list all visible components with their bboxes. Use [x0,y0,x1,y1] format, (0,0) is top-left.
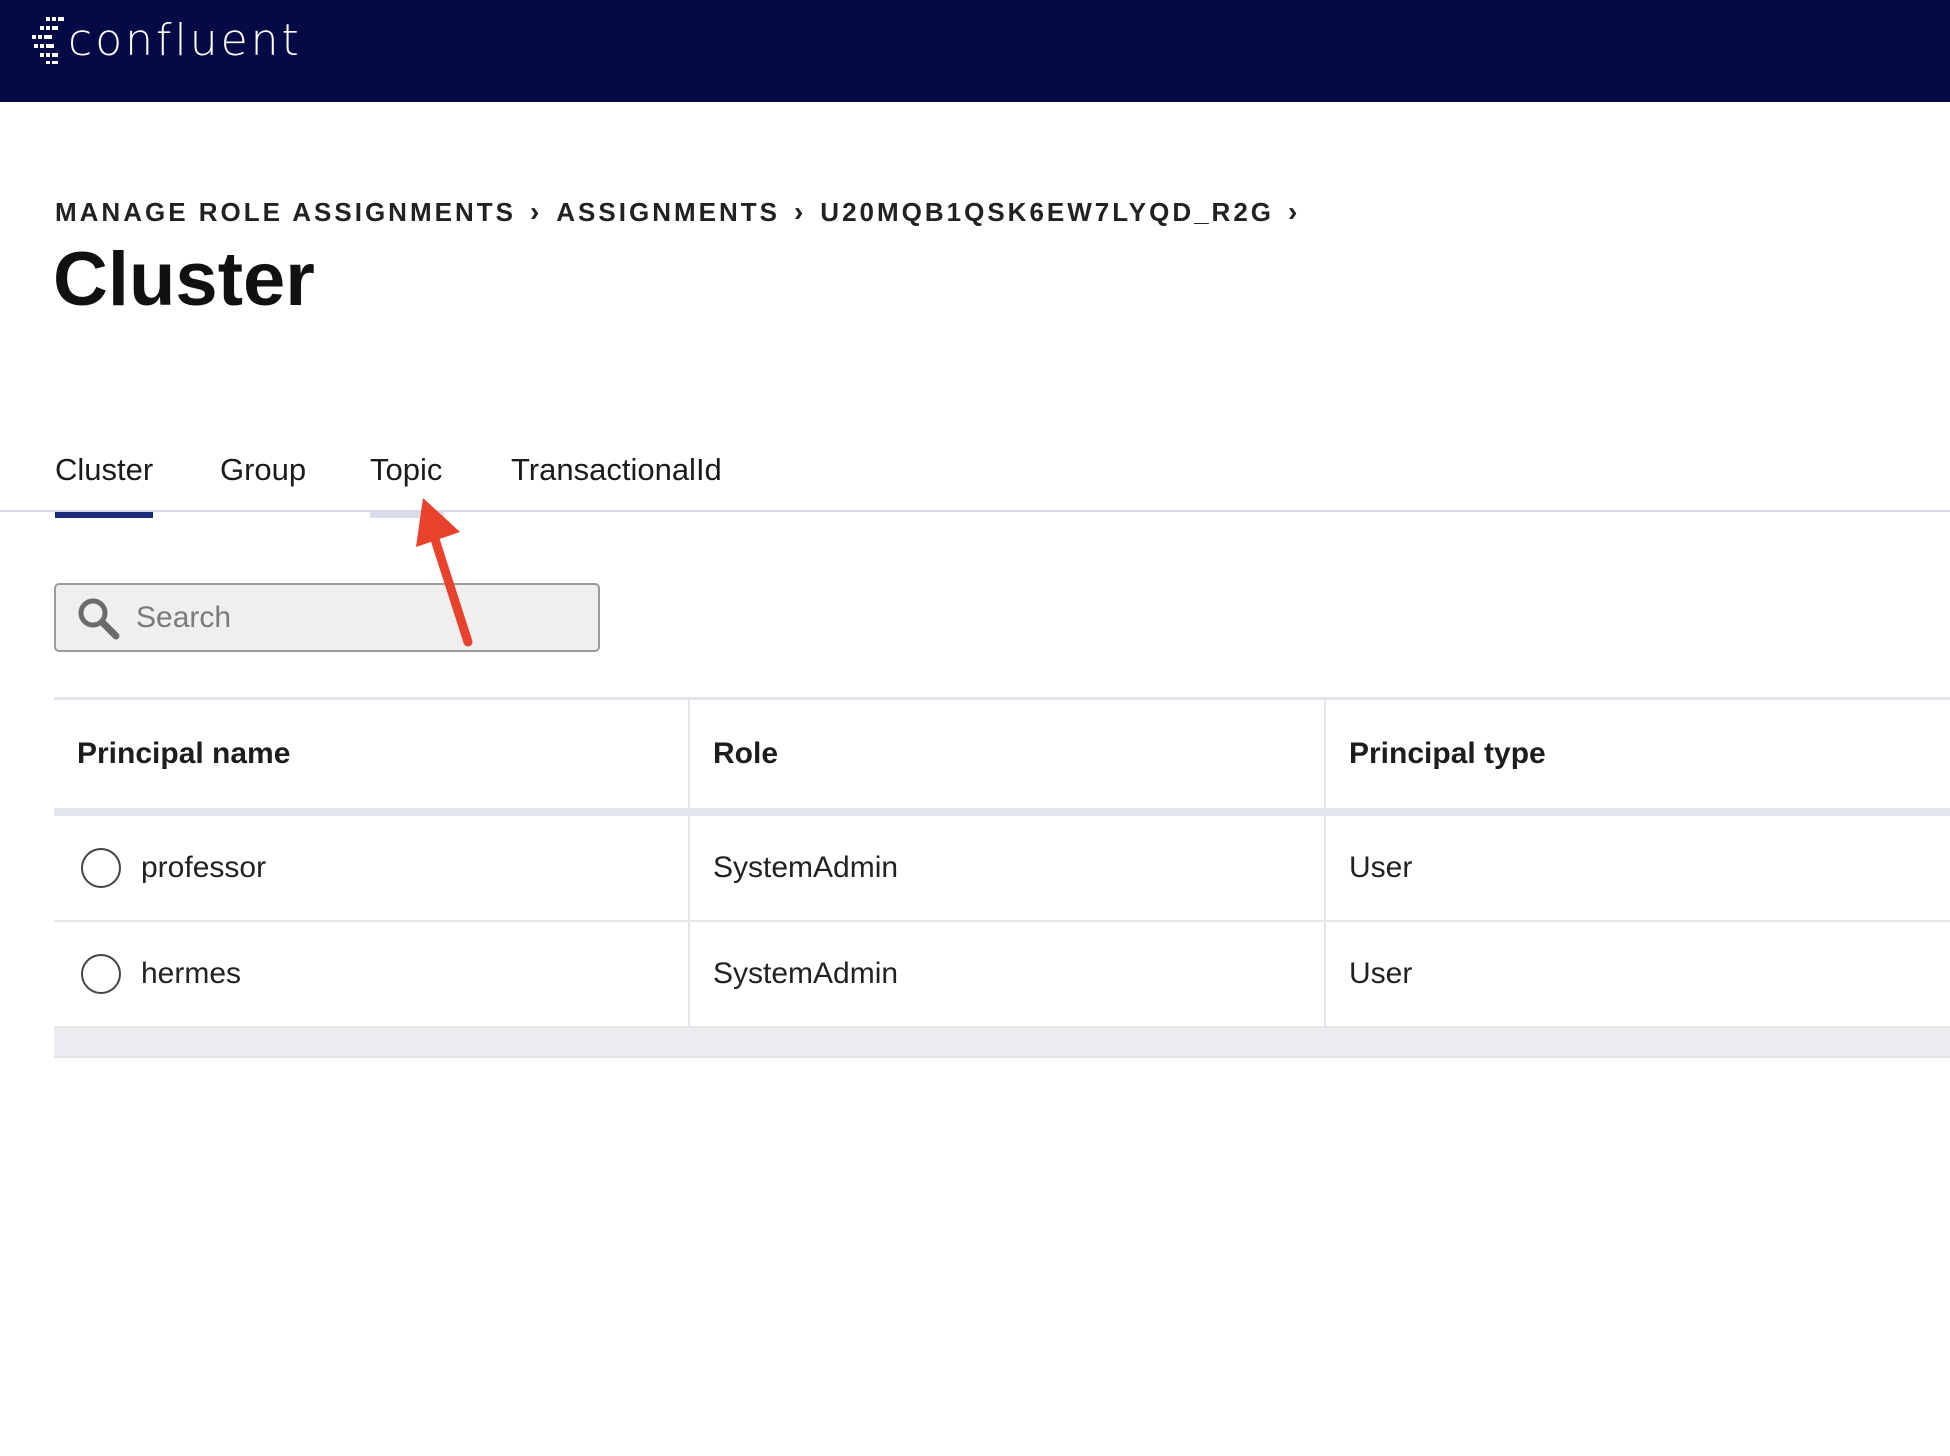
confluent-logo[interactable]: confluent [30,12,302,68]
principal-name-text: hermes [141,957,242,990]
role-assignments-table: Principal name Role Principal type profe… [54,697,1950,1058]
breadcrumb-separator-icon: › [529,196,543,227]
tab-cluster-label: Cluster [55,452,154,487]
tab-transactionalid-label: TransactionalId [511,452,722,487]
tab-cluster[interactable]: Cluster [55,452,154,518]
tab-active-indicator [55,512,153,518]
cell-principal-type: User [1349,957,1413,990]
top-header-bar: confluent [0,0,1950,102]
breadcrumb-item-manage-role-assignments[interactable]: MANAGE ROLE ASSIGNMENTS [55,197,516,228]
cell-principal-type: User [1349,851,1413,884]
confluent-logo-icon [32,17,64,64]
breadcrumb-item-assignments[interactable]: ASSIGNMENTS [556,197,780,228]
search-input[interactable] [136,600,556,635]
tab-group[interactable]: Group [220,452,306,488]
principal-name-text: professor [141,851,267,884]
table-header-row: Principal name Role Principal type [54,700,1950,816]
logo-text: confluent [68,14,302,66]
breadcrumb-item-principal-id[interactable]: U20MQB1QSK6EW7LYQD_R2G [820,197,1274,228]
column-header-principal-name[interactable]: Principal name [54,700,690,808]
tab-group-label: Group [220,452,307,487]
tab-hover-indicator [370,512,444,518]
search-icon [78,598,120,639]
column-header-principal-type[interactable]: Principal type [1326,700,1950,808]
column-header-role[interactable]: Role [690,700,1326,808]
row-select-radio[interactable] [81,848,121,888]
breadcrumb-separator-icon: › [793,196,807,227]
page-title: Cluster [53,237,315,322]
row-select-radio[interactable] [81,954,121,994]
cell-role: SystemAdmin [690,816,1326,920]
resource-type-tabs: Cluster Group Topic TransactionalId [0,440,1950,518]
table-row[interactable]: professor SystemAdmin User [54,816,1950,922]
cell-principal-name: hermes [54,922,690,1026]
breadcrumb: MANAGE ROLE ASSIGNMENTS › ASSIGNMENTS › … [55,196,1314,228]
search-box[interactable] [54,583,600,652]
tab-transactionalid[interactable]: TransactionalId [511,452,722,488]
tab-topic[interactable]: Topic [370,452,444,518]
breadcrumb-separator-icon: › [1288,196,1301,227]
cell-role: SystemAdmin [690,922,1326,1026]
table-row[interactable]: hermes SystemAdmin User [54,922,1950,1028]
tab-topic-label: Topic [370,452,443,487]
cell-principal-name: professor [54,816,690,920]
table-footer [54,1028,1950,1058]
